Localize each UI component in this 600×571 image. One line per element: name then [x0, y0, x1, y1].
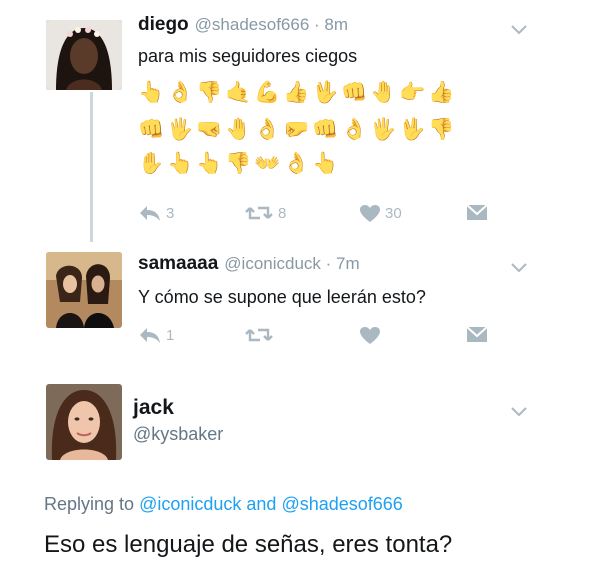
hand-emoji: 👌 — [283, 152, 310, 175]
author-handle[interactable]: @kysbaker — [133, 424, 223, 445]
retweet-icon — [245, 328, 273, 342]
retweet-action[interactable] — [244, 326, 274, 344]
author-name[interactable]: jack — [133, 396, 174, 420]
hand-emoji: 👆 — [196, 152, 223, 175]
author-name[interactable]: diego — [138, 14, 189, 35]
tweet-actions: 3 8 30 — [138, 204, 518, 226]
hand-emoji: ✋ — [138, 152, 165, 175]
reply-action[interactable]: 3 — [138, 204, 174, 222]
hand-emoji: 👌 — [254, 118, 281, 141]
hand-emoji: 👊 — [138, 118, 165, 141]
avatar-jack[interactable] — [46, 384, 122, 460]
envelope-icon — [466, 204, 488, 220]
hand-emoji: 👊 — [341, 81, 368, 104]
hand-emoji: 👎 — [196, 81, 223, 104]
chevron-down-icon[interactable] — [510, 262, 528, 274]
thread-line — [90, 92, 93, 242]
chevron-down-icon[interactable] — [510, 406, 528, 418]
retweet-count: 8 — [278, 204, 287, 222]
emoji-row: ✋ 👆 👆 👎 👐 👌 👆 — [138, 151, 339, 177]
hand-emoji: 🤚 — [370, 81, 397, 104]
tweet-text: para mis seguidores ciegos — [138, 46, 358, 66]
hand-emoji: 👆 — [138, 81, 165, 104]
reply-action[interactable]: 1 — [138, 326, 174, 344]
author-handle[interactable]: @iconicduck · 7m — [224, 254, 359, 273]
hand-emoji: 👊 — [312, 118, 339, 141]
tweet-text: Y cómo se supone que leerán esto? — [138, 287, 426, 307]
reply-icon — [140, 206, 160, 221]
hand-emoji: 👌 — [341, 118, 368, 141]
reply-count: 1 — [166, 326, 175, 344]
avatar-samaaaa[interactable] — [46, 252, 122, 328]
hand-emoji: 🖐 — [167, 118, 194, 141]
hand-emoji: 🤙 — [225, 81, 252, 104]
emoji-row: 👆 👌 👎 🤙 💪 👍 🖖 👊 🤚 👉 👍 — [138, 80, 455, 106]
avatar-diego[interactable] — [46, 20, 122, 90]
heart-icon — [360, 205, 380, 222]
hand-emoji: 👍 — [283, 81, 310, 104]
mention-link[interactable]: @iconicduck — [139, 494, 241, 514]
like-count: 30 — [385, 205, 402, 222]
tweet-text: Eso es lenguaje de señas, eres tonta? — [44, 531, 453, 558]
hand-emoji: 👆 — [167, 152, 194, 175]
author-name[interactable]: samaaaa — [138, 253, 218, 274]
reply-icon — [140, 328, 160, 343]
replying-to: Replying to @iconicduck and @shadesof666 — [44, 494, 403, 515]
hand-emoji: 💪 — [254, 81, 281, 104]
hand-emoji: 🖖 — [312, 81, 339, 104]
hand-emoji: 👐 — [254, 152, 281, 175]
hand-emoji: 🤛 — [283, 118, 310, 141]
mention-link[interactable]: @shadesof666 — [281, 494, 402, 514]
hand-emoji: 👉 — [399, 81, 426, 104]
retweet-action[interactable]: 8 — [244, 204, 286, 222]
hand-emoji: 👍 — [428, 81, 455, 104]
envelope-icon — [466, 326, 488, 342]
like-action[interactable]: 30 — [359, 204, 402, 223]
retweet-icon — [245, 206, 273, 220]
tweet-actions: 1 — [138, 326, 518, 348]
hand-emoji: 🤜 — [196, 118, 223, 141]
author-handle[interactable]: @shadesof666 · 8m — [195, 15, 348, 34]
dm-action[interactable] — [466, 326, 488, 343]
hand-emoji: 🤚 — [225, 118, 252, 141]
emoji-row: 👊 🖐 🤜 🤚 👌 🤛 👊 👌 🖐 🖖 👎 — [138, 117, 455, 143]
replying-and: and — [241, 494, 282, 514]
like-action[interactable] — [359, 326, 381, 345]
hand-emoji: 👎 — [225, 152, 252, 175]
hand-emoji: 👎 — [428, 118, 455, 141]
dm-action[interactable] — [466, 204, 488, 221]
tweet-author[interactable]: diego @shadesof666 · 8m — [138, 14, 348, 36]
heart-icon — [360, 327, 380, 344]
hand-emoji: 👌 — [167, 81, 194, 104]
reply-count: 3 — [166, 204, 175, 222]
tweet-author[interactable]: samaaaa @iconicduck · 7m — [138, 253, 360, 275]
hand-emoji: 🖐 — [370, 118, 397, 141]
hand-emoji: 🖖 — [399, 118, 426, 141]
replying-prefix: Replying to — [44, 494, 140, 514]
chevron-down-icon[interactable] — [510, 24, 528, 36]
hand-emoji: 👆 — [312, 152, 339, 175]
